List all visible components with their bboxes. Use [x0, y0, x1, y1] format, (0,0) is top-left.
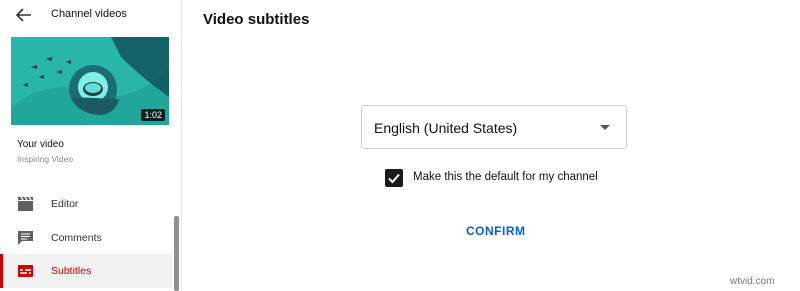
your-video-label: Your video: [17, 139, 64, 150]
sidebar-scrollbar[interactable]: [174, 216, 179, 291]
back-button[interactable]: [12, 4, 36, 26]
video-thumbnail[interactable]: 1:02: [11, 37, 169, 125]
default-channel-label: Make this the default for my channel: [413, 171, 598, 183]
sidebar-title: Channel videos: [51, 8, 127, 20]
clapperboard-icon: [18, 197, 33, 211]
sidebar-item-label: Comments: [51, 232, 102, 244]
checkmark-icon: [388, 173, 400, 184]
dropdown-arrow-icon: [600, 125, 610, 130]
default-channel-checkbox[interactable]: [385, 169, 403, 187]
language-select-value: English (United States): [374, 120, 518, 136]
page-title: Video subtitles: [203, 11, 310, 28]
sidebar-header: Channel videos: [0, 0, 182, 30]
language-select[interactable]: English (United States): [361, 105, 627, 149]
video-title: Inspiring Video: [17, 154, 74, 164]
arrow-left-icon: [16, 8, 31, 22]
sidebar-item-label: Editor: [51, 198, 79, 210]
subtitles-icon: [18, 265, 33, 277]
sidebar-item-subtitles[interactable]: Subtitles: [0, 254, 172, 288]
comment-icon: [18, 231, 33, 245]
sidebar-item-label: Subtitles: [51, 265, 92, 277]
watermark: wtvid.com: [730, 276, 775, 287]
confirm-button[interactable]: CONFIRM: [458, 222, 534, 242]
video-duration: 1:02: [141, 109, 165, 121]
sidebar-item-comments[interactable]: Comments: [0, 221, 172, 255]
sidebar: Channel videos 1:02 Your video Inspiring: [0, 0, 182, 291]
sidebar-item-editor[interactable]: Editor: [0, 187, 172, 221]
